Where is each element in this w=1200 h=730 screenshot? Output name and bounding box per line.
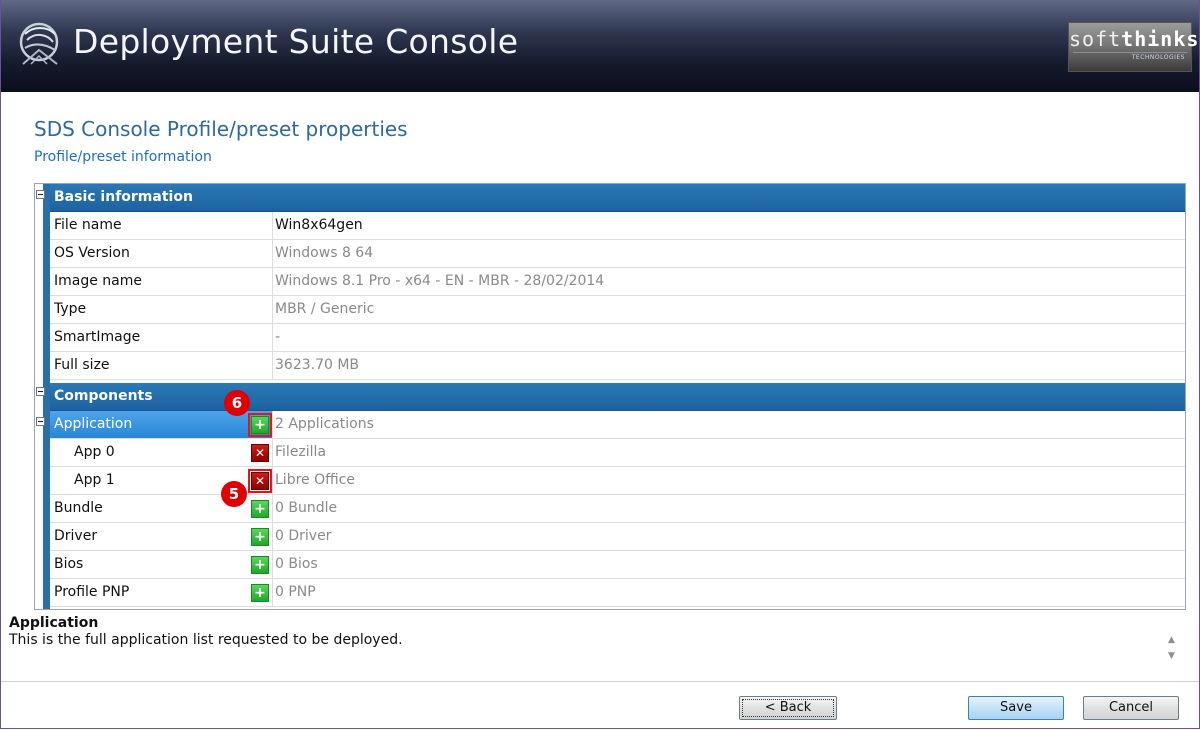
row-file-name[interactable]: File name Win8x64gen bbox=[50, 212, 1185, 240]
deployment-suite-logo-icon bbox=[19, 22, 59, 65]
page-title: SDS Console Profile/preset properties bbox=[34, 117, 408, 141]
description-title: Application bbox=[9, 615, 99, 631]
row-value: 3623.70 MB bbox=[275, 357, 360, 373]
row-full-size[interactable]: Full size 3623.70 MB bbox=[50, 352, 1185, 380]
section-components[interactable]: Components bbox=[50, 383, 1185, 411]
row-image-name[interactable]: Image name Windows 8.1 Pro - x64 - EN - … bbox=[50, 268, 1185, 296]
add-application-button[interactable]: + bbox=[248, 413, 272, 437]
row-label: Image name bbox=[54, 273, 142, 289]
row-value: 0 Bundle bbox=[275, 500, 338, 516]
collapse-application-icon[interactable] bbox=[36, 417, 45, 426]
row-driver[interactable]: Driver + 0 Driver bbox=[50, 523, 1185, 551]
section-basic-information[interactable]: Basic information bbox=[50, 184, 1185, 212]
add-bios-button[interactable]: + bbox=[251, 556, 269, 574]
brand-tagline: TECHNOLOGIES bbox=[1131, 54, 1185, 61]
add-driver-button[interactable]: + bbox=[251, 528, 269, 546]
section-title: Basic information bbox=[54, 189, 193, 205]
row-value: - bbox=[275, 329, 281, 345]
row-label: Application bbox=[54, 416, 133, 432]
row-bundle[interactable]: Bundle + 0 Bundle bbox=[50, 495, 1185, 523]
row-value: Libre Office bbox=[275, 472, 355, 488]
row-value: Windows 8 64 bbox=[275, 245, 374, 261]
row-label: OS Version bbox=[54, 245, 130, 261]
row-label: Bundle bbox=[54, 500, 103, 516]
row-label: Bios bbox=[54, 556, 84, 572]
cancel-button[interactable]: Cancel bbox=[1083, 696, 1179, 720]
collapse-basic-icon[interactable] bbox=[36, 190, 45, 199]
row-label: File name bbox=[54, 217, 122, 233]
annotation-badge-5: 5 bbox=[221, 481, 247, 507]
row-bios[interactable]: Bios + 0 Bios bbox=[50, 551, 1185, 579]
section-title: Components bbox=[54, 388, 153, 404]
app-header: Deployment Suite Console softthinks TECH… bbox=[1, 0, 1199, 92]
row-value: 0 PNP bbox=[275, 584, 316, 600]
row-label: Driver bbox=[54, 528, 98, 544]
scroll-up-icon[interactable]: ▲ bbox=[1168, 635, 1175, 645]
app-window: Deployment Suite Console softthinks TECH… bbox=[0, 0, 1200, 729]
row-label: Type bbox=[54, 301, 87, 317]
grid-gutter bbox=[35, 184, 50, 609]
row-profile-pnp[interactable]: Profile PNP + 0 PNP bbox=[50, 579, 1185, 607]
row-os-version[interactable]: OS Version Windows 8 64 bbox=[50, 240, 1185, 268]
row-label: Profile PNP bbox=[54, 584, 130, 600]
scroll-down-icon[interactable]: ▼ bbox=[1168, 651, 1175, 661]
footer-divider bbox=[1, 681, 1199, 682]
save-button[interactable]: Save bbox=[968, 696, 1064, 720]
app-title: Deployment Suite Console bbox=[73, 22, 519, 61]
row-application[interactable]: Application + 2 Applications bbox=[50, 411, 1185, 439]
annotation-badge-6: 6 bbox=[224, 390, 250, 416]
row-app-0[interactable]: App 0 ✕ Filezilla bbox=[50, 439, 1185, 467]
row-value: 0 Bios bbox=[275, 556, 318, 572]
row-label: Full size bbox=[54, 357, 110, 373]
page-subtitle: Profile/preset information bbox=[34, 149, 212, 165]
row-value: Win8x64gen bbox=[275, 217, 363, 233]
remove-app-1-button[interactable]: ✕ bbox=[248, 469, 272, 493]
row-value: MBR / Generic bbox=[275, 301, 375, 317]
softthinks-logo: softthinks TECHNOLOGIES bbox=[1068, 22, 1200, 72]
remove-app-0-button[interactable]: ✕ bbox=[251, 444, 269, 462]
collapse-components-icon[interactable] bbox=[36, 387, 45, 396]
brand-logo-text: softthinks bbox=[1069, 27, 1200, 51]
add-pnp-button[interactable]: + bbox=[251, 584, 269, 602]
row-value: Filezilla bbox=[275, 444, 327, 460]
row-type[interactable]: Type MBR / Generic bbox=[50, 296, 1185, 324]
row-value: Windows 8.1 Pro - x64 - EN - MBR - 28/02… bbox=[275, 273, 605, 289]
row-label: App 0 bbox=[74, 444, 115, 460]
row-label: App 1 bbox=[74, 472, 115, 488]
row-value: 2 Applications bbox=[275, 416, 374, 432]
property-grid: Basic information File name Win8x64gen O… bbox=[34, 183, 1186, 610]
back-button[interactable]: < Back bbox=[739, 696, 837, 720]
row-label: SmartImage bbox=[54, 329, 141, 345]
add-bundle-button[interactable]: + bbox=[251, 500, 269, 518]
description-text: This is the full application list reques… bbox=[9, 632, 403, 648]
row-smartimage[interactable]: SmartImage - bbox=[50, 324, 1185, 352]
row-value: 0 Driver bbox=[275, 528, 332, 544]
